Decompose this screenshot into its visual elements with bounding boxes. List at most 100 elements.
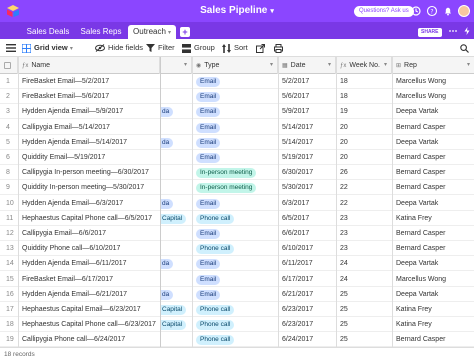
cell-type[interactable]: Email (192, 120, 278, 135)
cell-type[interactable]: In-person meeting (192, 165, 278, 180)
cell-week[interactable]: 24 (336, 256, 392, 271)
cell-week[interactable]: 23 (336, 226, 392, 241)
cell-type[interactable]: Phone call (192, 241, 278, 256)
table-row[interactable]: 6 Quiddity Email—5/19/2017 Email 5/19/2017 2… (0, 150, 474, 165)
cell-week[interactable]: 25 (336, 317, 392, 332)
cell-type[interactable]: Email (192, 89, 278, 104)
cell-date[interactable]: 6/30/2017 (278, 165, 336, 180)
table-row[interactable]: 13 Quiddity Phone call—6/10/2017 Phone cal… (0, 241, 474, 257)
cell-hidden-partial[interactable] (160, 226, 192, 241)
cell-type[interactable]: Email (192, 135, 278, 150)
cell-rep[interactable]: Deepa Vartak (392, 256, 474, 271)
cell-rep[interactable]: Katina Frey (392, 211, 474, 226)
table-row[interactable]: 9 Quiddity In-person meeting—5/30/2017 In-… (0, 180, 474, 196)
cell-rep[interactable]: Bernard Casper (392, 165, 474, 180)
cell-type[interactable]: Email (192, 287, 278, 302)
tab-outreach[interactable]: Outreach ▾ (128, 25, 176, 39)
cell-week[interactable]: 25 (336, 302, 392, 317)
share-view-button[interactable] (256, 43, 268, 53)
table-row[interactable]: 8 Callipygia In-person meeting—6/30/2017 I… (0, 165, 474, 181)
cell-hidden-partial[interactable]: Capital (160, 302, 192, 317)
table-row[interactable]: 10 Hydden Ajenda Email—6/3/2017 da Email 6/3… (0, 196, 474, 211)
sidebar-toggle[interactable] (6, 43, 19, 53)
table-row[interactable]: 12 Callipygia Email—6/6/2017 Email 6/6/2017… (0, 226, 474, 241)
user-avatar[interactable] (458, 5, 470, 17)
column-header-rep[interactable]: ⊞ Rep ▾ (392, 57, 474, 74)
cell-date[interactable]: 6/3/2017 (278, 196, 336, 211)
cell-week[interactable]: 25 (336, 287, 392, 302)
cell-name[interactable]: FireBasket Email—5/2/2017 (18, 74, 160, 89)
cell-hidden-partial[interactable] (160, 120, 192, 135)
cell-date[interactable]: 6/23/2017 (278, 302, 336, 317)
cell-week[interactable]: 26 (336, 165, 392, 180)
cell-date[interactable]: 6/17/2017 (278, 272, 336, 287)
cell-date[interactable]: 6/23/2017 (278, 317, 336, 332)
cell-week[interactable]: 20 (336, 135, 392, 150)
cell-name[interactable]: Hephaestus Capital Phone call—6/23/2017 (18, 317, 160, 332)
cell-date[interactable]: 5/14/2017 (278, 135, 336, 150)
cell-date[interactable]: 6/11/2017 (278, 256, 336, 271)
cell-type[interactable]: Phone call (192, 332, 278, 347)
cell-name[interactable]: Quiddity Phone call—6/10/2017 (18, 241, 160, 256)
cell-week[interactable]: 22 (336, 180, 392, 195)
cell-week[interactable]: 24 (336, 272, 392, 287)
cell-rep[interactable]: Marcellus Wong (392, 272, 474, 287)
cell-name[interactable]: Callipygia Phone call—6/24/2017 (18, 332, 160, 347)
cell-date[interactable]: 6/24/2017 (278, 332, 336, 347)
history-icon[interactable] (410, 5, 422, 17)
cell-hidden-partial[interactable] (160, 74, 192, 89)
cell-name[interactable]: Callipygia In-person meeting—6/30/2017 (18, 165, 160, 180)
cell-hidden-partial[interactable] (160, 332, 192, 347)
help-button[interactable]: Questions? Ask us (354, 6, 414, 17)
select-all-checkbox[interactable] (0, 57, 18, 74)
table-row[interactable]: 19 Callipygia Phone call—6/24/2017 Phone c… (0, 332, 474, 347)
cell-type[interactable]: Phone call (192, 317, 278, 332)
column-header-week[interactable]: ƒx Week No. ▾ (336, 57, 392, 74)
cell-date[interactable]: 5/6/2017 (278, 89, 336, 104)
cell-name[interactable]: Callipygia Email—6/6/2017 (18, 226, 160, 241)
cell-date[interactable]: 5/9/2017 (278, 104, 336, 119)
tab-sales-deals[interactable]: Sales Deals (22, 25, 74, 39)
column-header-date[interactable]: ▦ Date ▾ (278, 57, 336, 74)
cell-rep[interactable]: Marcellus Wong (392, 74, 474, 89)
sort-button[interactable]: Sort (222, 43, 248, 53)
cell-name[interactable]: Quiddity In-person meeting—5/30/2017 (18, 180, 160, 195)
cell-name[interactable]: Hydden Ajenda Email—6/21/2017 (18, 287, 160, 302)
search-button[interactable] (460, 43, 472, 53)
cell-type[interactable]: Phone call (192, 302, 278, 317)
bell-icon[interactable] (442, 5, 454, 17)
cell-rep[interactable]: Deepa Vartak (392, 104, 474, 119)
cell-week[interactable]: 23 (336, 241, 392, 256)
cell-rep[interactable]: Bernard Casper (392, 180, 474, 195)
help-circle-icon[interactable]: ? (426, 5, 438, 17)
cell-date[interactable]: 6/21/2017 (278, 287, 336, 302)
cell-name[interactable]: Hydden Ajenda Email—5/14/2017 (18, 135, 160, 150)
cell-hidden-partial[interactable] (160, 150, 192, 165)
cell-hidden-partial[interactable]: da (160, 135, 192, 150)
table-row[interactable]: 18 Hephaestus Capital Phone call—6/23/201… (0, 317, 474, 333)
cell-date[interactable]: 5/14/2017 (278, 120, 336, 135)
view-switcher[interactable]: Grid view ▾ (21, 42, 73, 54)
cell-rep[interactable]: Bernard Casper (392, 226, 474, 241)
cell-rep[interactable]: Deepa Vartak (392, 135, 474, 150)
cell-hidden-partial[interactable] (160, 89, 192, 104)
cell-date[interactable]: 6/6/2017 (278, 226, 336, 241)
cell-week[interactable]: 22 (336, 196, 392, 211)
cell-rep[interactable]: Deepa Vartak (392, 196, 474, 211)
cell-rep[interactable]: Katina Frey (392, 317, 474, 332)
cell-type[interactable]: Email (192, 104, 278, 119)
print-button[interactable] (274, 43, 286, 53)
table-row[interactable]: 16 Hydden Ajenda Email—6/21/2017 da Email 6/… (0, 287, 474, 302)
cell-type[interactable]: In-person meeting (192, 180, 278, 195)
table-row[interactable]: 2 FireBasket Email—5/6/2017 Email 5/6/2017 1… (0, 89, 474, 105)
cell-date[interactable]: 5/19/2017 (278, 150, 336, 165)
cell-date[interactable]: 5/30/2017 (278, 180, 336, 195)
cell-hidden-partial[interactable] (160, 180, 192, 195)
cell-type[interactable]: Email (192, 74, 278, 89)
cell-week[interactable]: 19 (336, 104, 392, 119)
cell-rep[interactable]: Deepa Vartak (392, 287, 474, 302)
add-table-button[interactable]: + (180, 27, 190, 37)
tab-sales-reps[interactable]: Sales Reps (76, 25, 126, 39)
cell-name[interactable]: Quiddity Email—5/19/2017 (18, 150, 160, 165)
cell-week[interactable]: 23 (336, 211, 392, 226)
